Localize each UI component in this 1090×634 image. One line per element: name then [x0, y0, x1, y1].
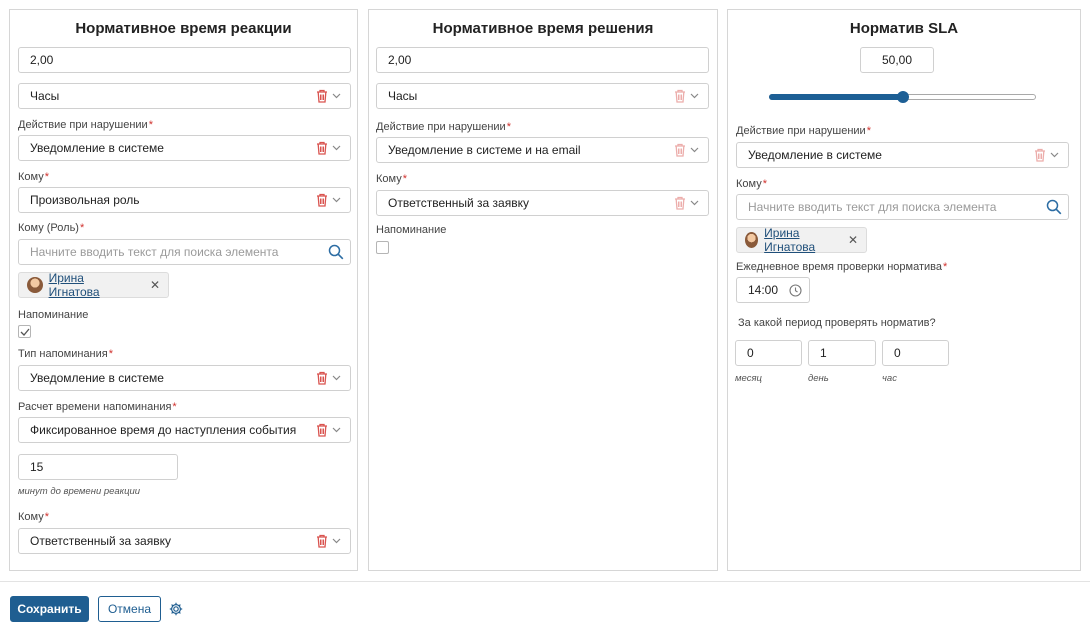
chevron-down-icon[interactable]	[1050, 152, 1059, 158]
chevron-down-icon[interactable]	[690, 200, 699, 206]
violation-select[interactable]: Уведомление в системе	[736, 142, 1069, 168]
chevron-down-icon[interactable]	[332, 538, 341, 544]
minutes-input[interactable]: 15	[18, 454, 178, 480]
reminder-checkbox[interactable]	[376, 241, 389, 254]
violation-select[interactable]: Уведомление в системе	[18, 135, 351, 161]
to-label: Кому*	[736, 178, 767, 190]
sla-slider-fill	[769, 94, 903, 100]
to-select[interactable]: Ответственный за заявку	[376, 190, 709, 216]
trash-icon[interactable]	[316, 141, 328, 155]
search-icon[interactable]	[1046, 199, 1062, 215]
chevron-down-icon[interactable]	[332, 93, 341, 99]
to2-label: Кому*	[18, 511, 49, 523]
to-select[interactable]: Произвольная роль	[18, 187, 351, 213]
solution-value-input[interactable]: 2,00	[376, 47, 709, 73]
reminder-label: Напоминание	[18, 309, 89, 321]
violation-label: Действие при нарушении*	[18, 119, 153, 131]
avatar	[27, 277, 43, 293]
chevron-down-icon[interactable]	[332, 145, 341, 151]
to2-select[interactable]: Ответственный за заявку	[18, 528, 351, 554]
reminder-type-label: Тип напоминания*	[18, 348, 114, 360]
search-icon[interactable]	[328, 244, 344, 260]
user-chip[interactable]: Ирина Игнатова ✕	[18, 271, 169, 299]
to-role-label: Кому (Роль)*	[18, 222, 85, 234]
close-icon[interactable]: ✕	[150, 278, 160, 292]
day-hint: день	[808, 373, 829, 384]
trash-icon[interactable]	[316, 371, 328, 385]
chip-name[interactable]: Ирина Игнатова	[49, 271, 136, 299]
to-search-input[interactable]: Начните вводить текст для поиска элемент…	[736, 194, 1069, 220]
footer-divider	[0, 581, 1090, 582]
reaction-value-input[interactable]: 2,00	[18, 47, 351, 73]
reminder-label: Напоминание	[376, 224, 447, 236]
close-icon[interactable]: ✕	[848, 233, 858, 247]
chevron-down-icon[interactable]	[690, 93, 699, 99]
reminder-type-select[interactable]: Уведомление в системе	[18, 365, 351, 391]
gear-icon[interactable]	[169, 602, 183, 616]
daily-check-time-input[interactable]: 14:00	[736, 277, 810, 303]
to-role-search-input[interactable]: Начните вводить текст для поиска элемент…	[18, 239, 351, 265]
month-hint: месяц	[735, 373, 762, 384]
trash-icon[interactable]	[316, 423, 328, 437]
reaction-unit-select[interactable]: Часы	[18, 83, 351, 109]
solution-unit-select[interactable]: Часы	[376, 83, 709, 109]
trash-icon[interactable]	[1034, 148, 1046, 162]
panel-sla: Норматив SLA 50,00 Действие при нарушени…	[727, 9, 1081, 571]
reminder-checkbox[interactable]	[18, 325, 31, 338]
checkmark-icon	[20, 328, 29, 336]
reminder-calc-label: Расчет времени напоминания*	[18, 401, 177, 413]
hour-hint: час	[882, 373, 897, 384]
user-chip[interactable]: Ирина Игнатова ✕	[736, 226, 867, 254]
avatar	[745, 232, 759, 248]
chevron-down-icon[interactable]	[332, 427, 341, 433]
chip-name[interactable]: Ирина Игнатова	[764, 226, 838, 254]
violation-label: Действие при нарушении*	[736, 125, 871, 137]
chevron-down-icon[interactable]	[332, 197, 341, 203]
panel-title: Нормативное время реакции	[75, 20, 292, 37]
trash-icon[interactable]	[316, 89, 328, 103]
to-label: Кому*	[376, 173, 407, 185]
to-label: Кому*	[18, 171, 49, 183]
panel-title: Нормативное время решения	[432, 20, 654, 37]
trash-icon[interactable]	[674, 143, 686, 157]
save-button[interactable]: Сохранить	[10, 596, 89, 622]
reminder-calc-select[interactable]: Фиксированное время до наступления событ…	[18, 417, 351, 443]
violation-label: Действие при нарушении*	[376, 121, 511, 133]
panel-solution-time: Нормативное время решения 2,00 Часы Дейс…	[368, 9, 718, 571]
minutes-hint: минут до времени реакции	[18, 486, 141, 497]
sla-value-input[interactable]: 50,00	[860, 47, 934, 73]
daily-check-label: Ежедневное время проверки норматива*	[736, 261, 948, 273]
trash-icon[interactable]	[316, 534, 328, 548]
month-input[interactable]: 0	[735, 340, 802, 366]
violation-select[interactable]: Уведомление в системе и на email	[376, 137, 709, 163]
panel-reaction-time: Нормативное время реакции 2,00 Часы Дейс…	[9, 9, 358, 571]
chevron-down-icon[interactable]	[690, 147, 699, 153]
trash-icon[interactable]	[674, 196, 686, 210]
hour-input[interactable]: 0	[882, 340, 949, 366]
trash-icon[interactable]	[316, 193, 328, 207]
panel-title: Норматив SLA	[849, 20, 959, 37]
chevron-down-icon[interactable]	[332, 375, 341, 381]
day-input[interactable]: 1	[808, 340, 876, 366]
trash-icon[interactable]	[674, 89, 686, 103]
sla-slider-handle[interactable]	[897, 91, 909, 103]
cancel-button[interactable]: Отмена	[98, 596, 161, 622]
clock-icon[interactable]	[789, 283, 802, 297]
period-label: За какой период проверять норматив?	[738, 317, 936, 329]
